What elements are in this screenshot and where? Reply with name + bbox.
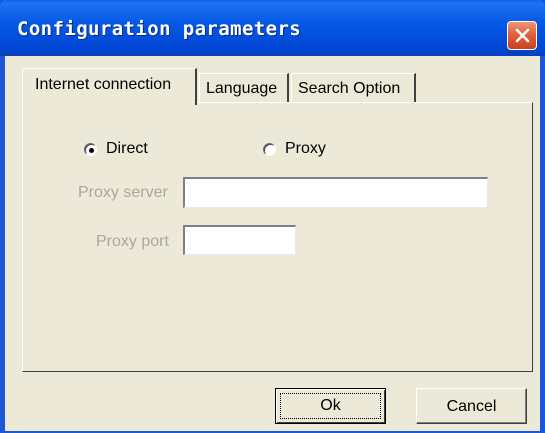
close-x-icon xyxy=(515,28,530,43)
tab-internet-connection[interactable]: Internet connection xyxy=(22,68,197,105)
ok-button-label: Ok xyxy=(320,397,341,414)
tab-language[interactable]: Language xyxy=(199,73,289,102)
cancel-button-label: Cancel xyxy=(446,398,497,415)
close-button[interactable] xyxy=(507,21,537,50)
tab-panel-internet-connection xyxy=(22,102,533,372)
ok-button[interactable]: Ok xyxy=(275,388,386,424)
tab-search-option[interactable]: Search Option xyxy=(291,73,416,102)
window-title: Configuration parameters xyxy=(17,18,302,40)
title-bar[interactable]: Configuration parameters xyxy=(0,0,545,56)
cancel-button[interactable]: Cancel xyxy=(416,388,527,424)
